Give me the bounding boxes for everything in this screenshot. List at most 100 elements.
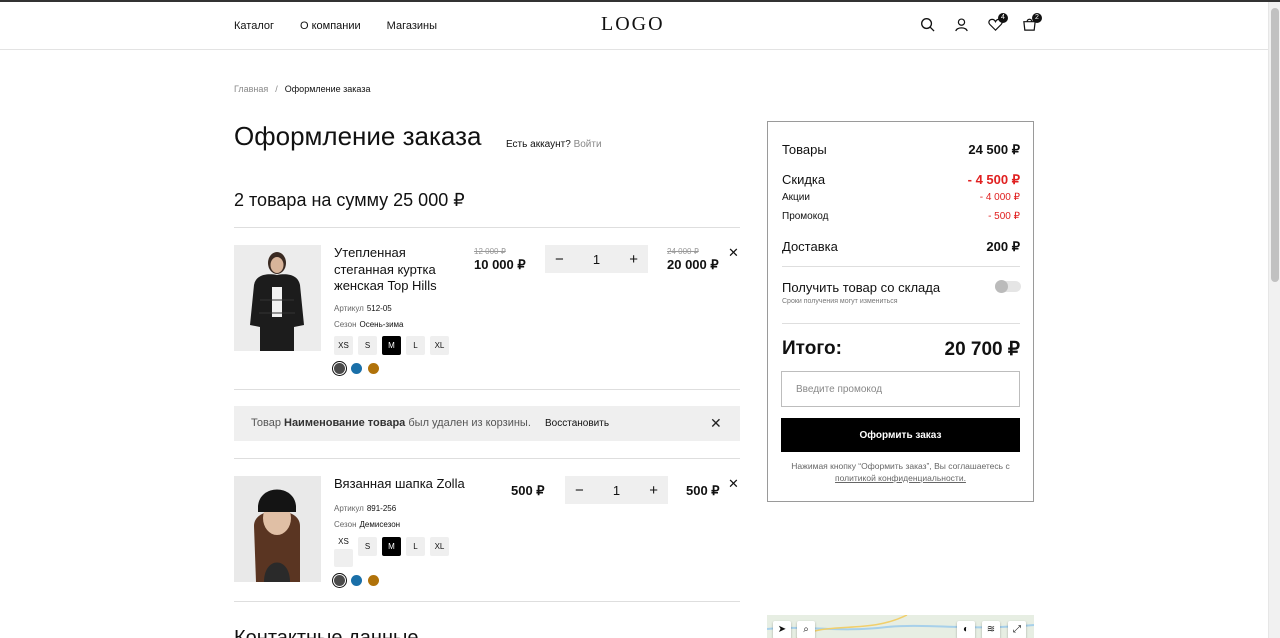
quantity-value[interactable]: 1 (593, 252, 600, 267)
item-article: Артикул 512-05 (334, 304, 392, 313)
remove-item-button[interactable]: ✕ (728, 245, 739, 261)
traffic-icon[interactable]: ◐ (957, 621, 975, 638)
color-swatch[interactable] (368, 575, 379, 586)
item-old-total: 24 000 ₽ (667, 247, 699, 256)
product-image-hat[interactable] (234, 476, 321, 582)
summary-discount-value: - 4 500 ₽ (967, 172, 1020, 187)
size-option[interactable]: XL (430, 336, 449, 355)
nav-about[interactable]: О компании (300, 20, 361, 32)
stock-pickup-toggle[interactable] (995, 280, 1021, 293)
page-title: Оформление заказа (234, 121, 482, 151)
breadcrumb: Главная / Оформление заказа (234, 84, 370, 94)
summary-goods-value: 24 500 ₽ (968, 142, 1020, 157)
order-total-value: 20 700 ₽ (944, 339, 1020, 360)
decrease-qty-button[interactable]: − (555, 251, 564, 268)
size-option[interactable]: S (358, 336, 377, 355)
consent-text: Нажимая кнопку “Оформить заказ”, Вы согл… (791, 461, 1010, 483)
breadcrumb-separator: / (275, 84, 278, 94)
summary-delivery-row: Доставка 200 ₽ (782, 239, 1020, 254)
quantity-stepper: − 1 + (565, 476, 668, 504)
increase-qty-button[interactable]: + (629, 251, 638, 268)
removed-product-name: Наименование товара (284, 417, 406, 429)
size-option-selected[interactable]: M (382, 336, 401, 355)
nav-stores[interactable]: Магазины (387, 20, 437, 32)
store-map[interactable]: ➤ ⌕ ◐ ≋ ⤢ (767, 615, 1034, 638)
removed-notice-text: Товар Наименование товара был удален из … (251, 417, 531, 429)
color-swatch-selected[interactable] (332, 361, 347, 376)
page-scrollbar[interactable] (1268, 2, 1280, 638)
summary-promocode-row: Промокод - 500 ₽ (782, 211, 1020, 222)
order-summary-panel: Товары 24 500 ₽ Скидка - 4 500 ₽ Акции - 4 … (767, 121, 1034, 502)
fullscreen-icon[interactable]: ⤢ (1008, 621, 1026, 638)
increase-qty-button[interactable]: + (649, 482, 658, 499)
order-total-label: Итого: (782, 338, 842, 359)
search-icon[interactable] (920, 17, 935, 32)
size-option[interactable]: L (406, 537, 425, 556)
item-price: 10 000 ₽ (474, 257, 526, 272)
header-actions: 4 2 (920, 13, 1042, 32)
size-option[interactable]: XL (430, 537, 449, 556)
size-option[interactable]: L (406, 336, 425, 355)
user-icon[interactable] (954, 17, 969, 32)
order-total-row: Итого: 20 700 ₽ (782, 338, 1020, 361)
account-prompt: Есть аккаунт? Войти (506, 139, 602, 150)
item-season-value: Демисезон (359, 520, 401, 529)
size-option[interactable]: XS (334, 537, 353, 567)
divider (234, 458, 740, 459)
quantity-value[interactable]: 1 (613, 483, 620, 498)
logo[interactable]: LOGO (601, 13, 665, 36)
item-season: Сезон Осень-зима (334, 320, 404, 329)
size-selector: XS S M L XL (334, 336, 449, 355)
divider (234, 601, 740, 602)
divider (782, 323, 1020, 324)
color-swatch-selected[interactable] (332, 573, 347, 588)
toggle-knob (995, 280, 1008, 293)
removed-item-notice: Товар Наименование товара был удален из … (234, 406, 740, 441)
product-image-jacket[interactable] (234, 245, 321, 351)
locate-icon[interactable]: ➤ (773, 621, 791, 638)
cart-item: Утепленная стеганная куртка женская Top … (234, 245, 740, 376)
privacy-policy-link[interactable]: политикой конфиденциальности. (835, 473, 966, 483)
item-article: Артикул 891-256 (334, 504, 397, 513)
item-name[interactable]: Вязанная шапка Zolla (334, 476, 484, 493)
layers-icon[interactable]: ≋ (982, 621, 1000, 638)
breadcrumb-home[interactable]: Главная (234, 84, 268, 94)
remove-item-button[interactable]: ✕ (728, 476, 739, 492)
item-season-value: Осень-зима (359, 320, 404, 329)
summary-discount-row: Скидка - 4 500 ₽ (782, 172, 1020, 187)
color-swatch[interactable] (351, 575, 362, 586)
item-season: Сезон Демисезон (334, 520, 401, 529)
item-total: 20 000 ₽ (667, 257, 719, 272)
favorites-icon[interactable]: 4 (988, 13, 1008, 32)
cart-icon[interactable]: 2 (1022, 13, 1042, 32)
decrease-qty-button[interactable]: − (575, 482, 584, 499)
summary-delivery-value: 200 ₽ (986, 239, 1020, 254)
promo-code-input[interactable] (781, 371, 1020, 407)
size-option[interactable]: XS (334, 336, 353, 355)
account-question: Есть аккаунт? (506, 139, 571, 150)
nav-catalog[interactable]: Каталог (234, 20, 274, 32)
contacts-heading: Контактные данные (234, 627, 419, 638)
site-header: Каталог О компании Магазины LOGO 4 2 (0, 2, 1268, 50)
map-search-icon[interactable]: ⌕ (797, 621, 815, 638)
item-article-value: 891-256 (366, 504, 397, 513)
size-option[interactable]: S (358, 537, 377, 556)
summary-promo-sale-value: - 4 000 ₽ (979, 192, 1020, 203)
color-swatch[interactable] (368, 363, 379, 374)
scrollbar-thumb[interactable] (1271, 8, 1279, 282)
place-order-button[interactable]: Оформить заказ (781, 418, 1020, 452)
restore-item-link[interactable]: Восстановить (545, 418, 609, 429)
close-notice-icon[interactable]: ✕ (710, 415, 722, 432)
cart-item: Вязанная шапка Zolla Артикул 891-256 Сезо… (234, 476, 740, 588)
cart-summary-heading: 2 товара на сумму 25 000 ₽ (234, 190, 465, 210)
login-link[interactable]: Войти (574, 139, 602, 150)
size-selector: XS S M L XL (334, 537, 449, 567)
item-old-price: 12 000 ₽ (474, 247, 506, 256)
item-name[interactable]: Утепленная стеганная куртка женская Top … (334, 245, 454, 295)
summary-promocode-value: - 500 ₽ (988, 211, 1020, 222)
stock-pickup-note: Сроки получения могут измениться (782, 298, 898, 305)
divider (782, 266, 1020, 267)
stock-pickup-label: Получить товар со склада (782, 280, 941, 295)
size-option-selected[interactable]: M (382, 537, 401, 556)
color-swatch[interactable] (351, 363, 362, 374)
